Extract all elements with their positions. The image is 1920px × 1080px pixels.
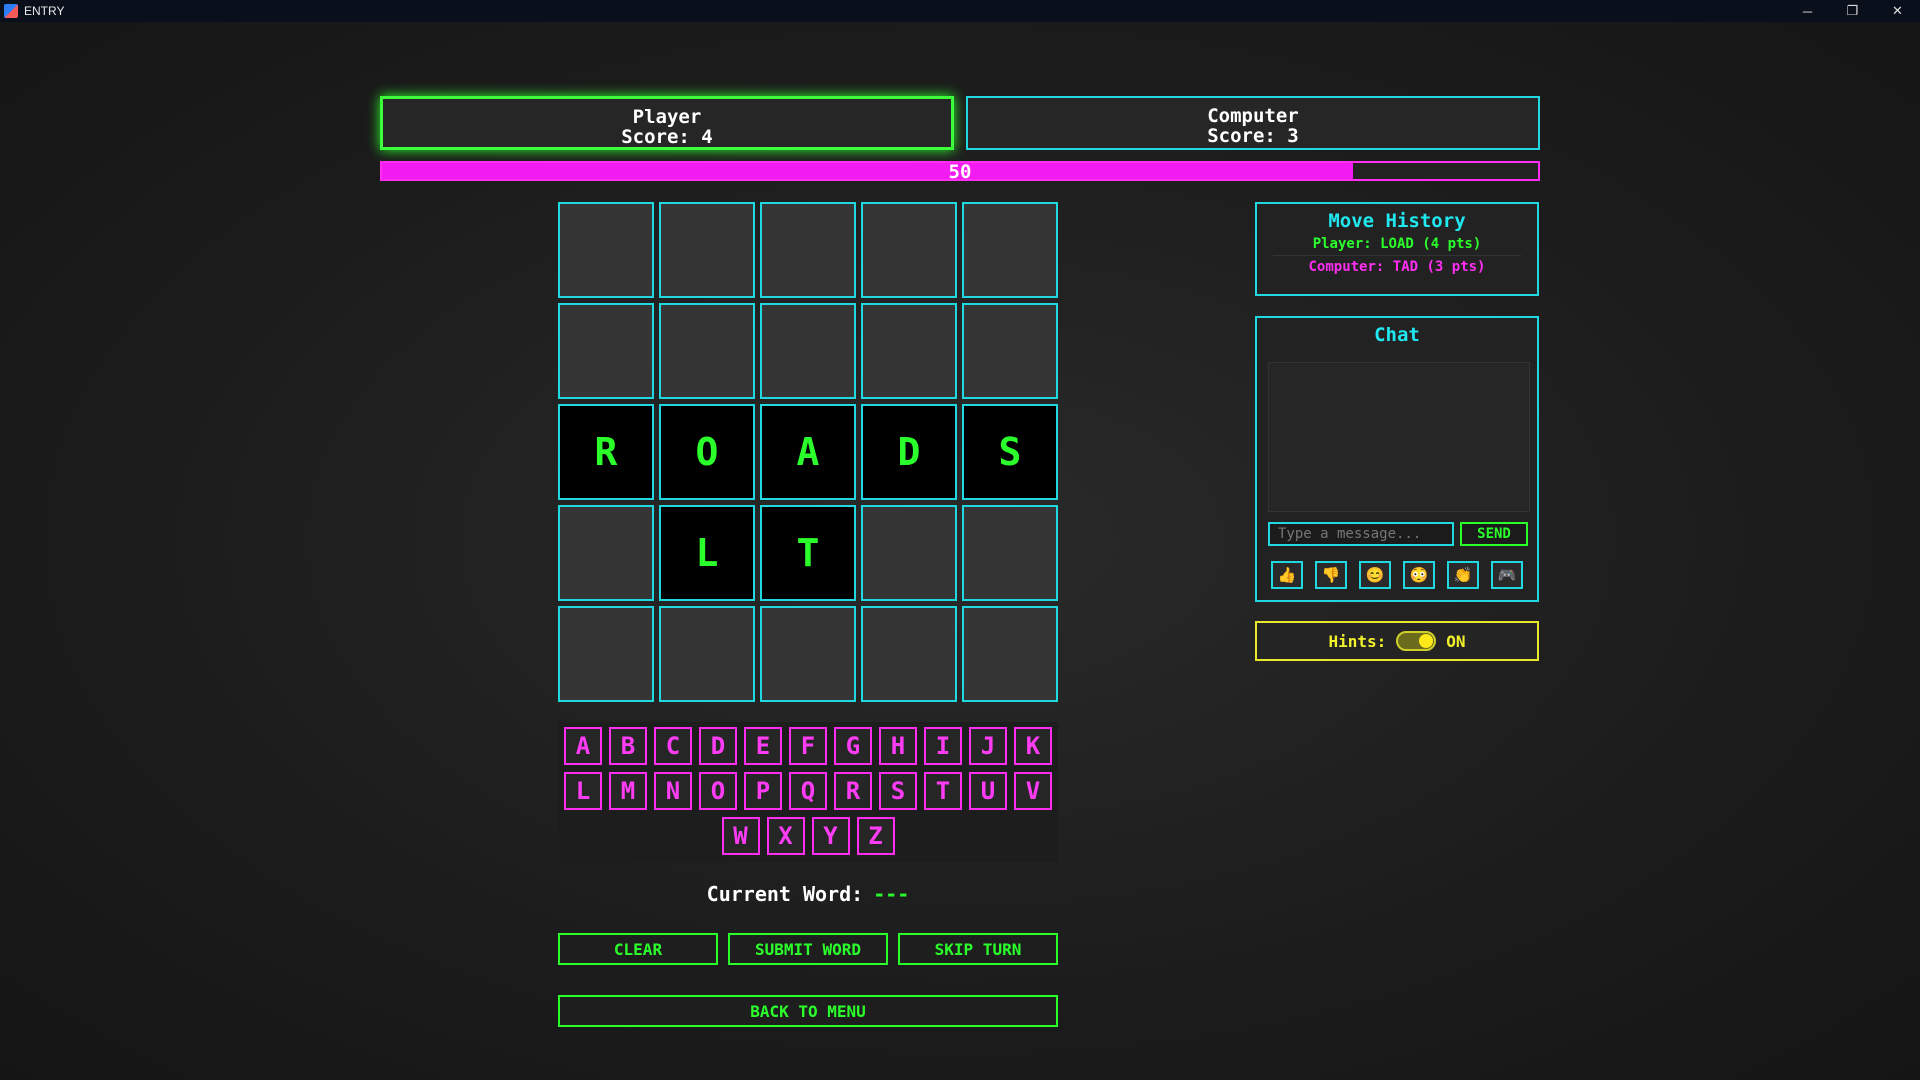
key-h[interactable]: H <box>879 727 917 765</box>
key-m[interactable]: M <box>609 772 647 810</box>
turn-timer-bar: 50 <box>380 161 1540 183</box>
key-g[interactable]: G <box>834 727 872 765</box>
clap-icon[interactable]: 👏 <box>1447 561 1479 589</box>
window-controls: ─ ❐ ✕ <box>1785 0 1920 22</box>
current-word-value: --- <box>873 882 910 906</box>
chat-message-input[interactable]: Type a message... <box>1268 522 1454 546</box>
key-k[interactable]: K <box>1014 727 1052 765</box>
key-l[interactable]: L <box>564 772 602 810</box>
board-cell[interactable] <box>861 505 957 601</box>
key-v[interactable]: V <box>1014 772 1052 810</box>
board-cell[interactable]: O <box>659 404 755 500</box>
key-f[interactable]: F <box>789 727 827 765</box>
key-q[interactable]: Q <box>789 772 827 810</box>
thumbs-up-icon[interactable]: 👍 <box>1271 561 1303 589</box>
letter-keyboard: ABCDEFGHIJK LMNOPQRSTUV WXYZ <box>558 722 1058 862</box>
board-cell[interactable]: L <box>659 505 755 601</box>
key-p[interactable]: P <box>744 772 782 810</box>
key-d[interactable]: D <box>699 727 737 765</box>
window-title: ENTRY <box>24 4 65 18</box>
history-divider <box>1273 255 1521 256</box>
key-z[interactable]: Z <box>856 817 895 855</box>
board-cell[interactable] <box>558 303 654 399</box>
move-history-title: Move History <box>1328 210 1466 232</box>
key-e[interactable]: E <box>744 727 782 765</box>
board-cell[interactable]: A <box>760 404 856 500</box>
key-y[interactable]: Y <box>811 817 850 855</box>
computer-score-panel: Computer Score: 3 <box>966 96 1540 150</box>
key-a[interactable]: A <box>564 727 602 765</box>
computer-name: Computer <box>1207 105 1299 127</box>
player-score-panel: Player Score: 4 <box>380 96 954 150</box>
hints-toggle-knob <box>1419 634 1434 648</box>
game-controller-icon[interactable]: 🎮 <box>1491 561 1523 589</box>
computer-score: Score: 3 <box>1207 125 1299 147</box>
board-cell[interactable] <box>558 505 654 601</box>
board-cell[interactable] <box>760 606 856 702</box>
chat-send-button[interactable]: SEND <box>1460 522 1528 546</box>
chat-panel: Chat Type a message... SEND 👍 👎 😊 😳 👏 🎮 <box>1255 316 1539 602</box>
board-cell[interactable] <box>861 303 957 399</box>
key-t[interactable]: T <box>924 772 962 810</box>
key-j[interactable]: J <box>969 727 1007 765</box>
key-u[interactable]: U <box>969 772 1007 810</box>
history-entry: Computer: TAD (3 pts) <box>1308 259 1486 275</box>
board-cell[interactable] <box>659 202 755 298</box>
board-cell[interactable]: R <box>558 404 654 500</box>
key-b[interactable]: B <box>609 727 647 765</box>
board-cell[interactable] <box>861 202 957 298</box>
board-cell[interactable]: S <box>962 404 1058 500</box>
current-word-display: Current Word: --- <box>558 882 1058 906</box>
board-cell[interactable] <box>558 202 654 298</box>
chat-messages-area[interactable] <box>1268 362 1530 512</box>
key-s[interactable]: S <box>879 772 917 810</box>
board-cell[interactable] <box>962 202 1058 298</box>
game-board: ROADS LT <box>558 202 1058 702</box>
move-history-panel: Move History Player: LOAD (4 pts) Compute… <box>1255 202 1539 296</box>
player-name: Player <box>632 106 702 128</box>
current-word-label: Current Word: <box>706 882 864 906</box>
board-cell[interactable] <box>962 303 1058 399</box>
key-w[interactable]: W <box>721 817 760 855</box>
hints-state: ON <box>1446 631 1466 651</box>
board-cell[interactable] <box>962 606 1058 702</box>
skip-turn-button[interactable]: SKIP TURN <box>898 933 1058 965</box>
key-r[interactable]: R <box>834 772 872 810</box>
board-cell[interactable] <box>760 303 856 399</box>
player-score: Score: 4 <box>621 126 713 148</box>
hints-label: Hints: <box>1328 631 1387 651</box>
key-o[interactable]: O <box>699 772 737 810</box>
board-cell[interactable] <box>760 202 856 298</box>
history-entry: Player: LOAD (4 pts) <box>1312 236 1482 252</box>
board-cell[interactable]: T <box>760 505 856 601</box>
turn-timer-label: 50 <box>948 161 972 183</box>
key-x[interactable]: X <box>766 817 805 855</box>
board-cell[interactable]: D <box>861 404 957 500</box>
clear-button[interactable]: CLEAR <box>558 933 718 965</box>
key-n[interactable]: N <box>654 772 692 810</box>
hints-panel: Hints: ON <box>1255 621 1539 661</box>
move-history-list: Player: LOAD (4 pts) Computer: TAD (3 pts… <box>1257 236 1537 275</box>
board-cell[interactable] <box>558 606 654 702</box>
submit-word-button[interactable]: SUBMIT WORD <box>728 933 888 965</box>
window-titlebar: ENTRY ─ ❐ ✕ <box>0 0 1920 22</box>
hints-toggle[interactable] <box>1396 631 1437 651</box>
restore-icon[interactable]: ❐ <box>1830 0 1875 22</box>
chat-title: Chat <box>1374 324 1420 346</box>
board-cell[interactable] <box>962 505 1058 601</box>
flushed-icon[interactable]: 😳 <box>1403 561 1435 589</box>
close-icon[interactable]: ✕ <box>1875 0 1920 22</box>
board-cell[interactable] <box>861 606 957 702</box>
back-to-menu-button[interactable]: BACK TO MENU <box>558 995 1058 1027</box>
board-cell[interactable] <box>659 303 755 399</box>
board-cell[interactable] <box>659 606 755 702</box>
smile-icon[interactable]: 😊 <box>1359 561 1391 589</box>
thumbs-down-icon[interactable]: 👎 <box>1315 561 1347 589</box>
app-icon <box>4 4 18 18</box>
key-c[interactable]: C <box>654 727 692 765</box>
minimize-icon[interactable]: ─ <box>1785 0 1830 22</box>
key-i[interactable]: I <box>924 727 962 765</box>
